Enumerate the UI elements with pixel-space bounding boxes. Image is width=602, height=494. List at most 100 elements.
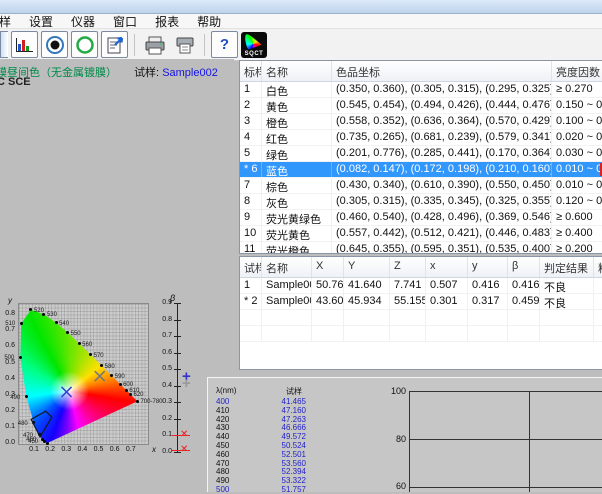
column-header[interactable]: X: [312, 257, 344, 277]
cell: [540, 310, 594, 325]
chart-ytick-100: 100: [384, 386, 406, 396]
spectral-row-450: 45050.524: [216, 441, 306, 450]
cell: 4: [240, 130, 262, 145]
cell: 11: [240, 242, 262, 254]
spectral-row-500: 50051.757: [216, 485, 306, 494]
x-tick: 0.5: [94, 446, 104, 453]
cell: 荧光黄色: [262, 226, 332, 241]
standard-row-白色[interactable]: 1白色(0.350, 0.360), (0.305, 0.315), (0.29…: [240, 82, 602, 98]
standard-row-橙色[interactable]: 3橙色(0.558, 0.352), (0.636, 0.364), (0.57…: [240, 114, 602, 130]
column-header[interactable]: 名称: [262, 257, 312, 277]
sample-row-Sample002[interactable]: * 2Sample00243.60245.93455.1550.3010.317…: [240, 294, 602, 310]
cell: [312, 310, 344, 325]
column-header[interactable]: 亮度因数: [552, 61, 602, 81]
cell: [262, 326, 312, 341]
column-header[interactable]: 色品坐标: [332, 61, 552, 81]
diagram-overlay: [18, 303, 147, 443]
menu-item-0[interactable]: 样: [0, 13, 20, 30]
menu-item-2[interactable]: 仪器: [62, 13, 104, 30]
cell: 3: [240, 114, 262, 129]
beta-scale-axis: [177, 303, 178, 452]
cell: 45.934: [344, 294, 390, 309]
cell: 绿色: [262, 146, 332, 161]
toolbar-separator: [204, 34, 205, 56]
y-tick: 0.8: [1, 310, 15, 317]
cell: 0.150 ~ 0.450: [552, 98, 602, 113]
calibration-button[interactable]: [71, 31, 98, 58]
cell: (0.305, 0.315), (0.335, 0.345), (0.325, …: [332, 194, 552, 209]
cell: 蓝色: [262, 162, 332, 177]
beta-tick: 0.7: [156, 332, 172, 339]
cell: [240, 326, 262, 341]
sqct-logo-label: SQCT: [241, 51, 267, 57]
current-sample-name[interactable]: Sample002: [162, 67, 218, 79]
beta-tick: 0.1: [156, 431, 172, 438]
column-header[interactable]: β: [508, 257, 540, 277]
y-tick: 0.1: [1, 423, 15, 430]
spectral-row-470: 47053.560: [216, 459, 306, 468]
standard-row-荧光黄绿色[interactable]: 9荧光黄绿色(0.460, 0.540), (0.428, 0.496), (0…: [240, 210, 602, 226]
y-tick: 0.7: [1, 326, 15, 333]
cell: 0.301: [426, 294, 468, 309]
toolbar: ? SQCT: [0, 28, 602, 61]
standard-row-红色[interactable]: 4红色(0.735, 0.265), (0.681, 0.239), (0.57…: [240, 130, 602, 146]
column-header[interactable]: Z: [390, 257, 426, 277]
partial-toolbar-button[interactable]: [0, 31, 8, 58]
column-header[interactable]: Y: [344, 257, 390, 277]
standard-row-棕色[interactable]: 7棕色(0.430, 0.340), (0.610, 0.390), (0.55…: [240, 178, 602, 194]
standard-row-蓝色[interactable]: * 6蓝色(0.082, 0.147), (0.172, 0.198), (0.…: [240, 162, 602, 178]
sqct-color-qc-app: { "menu": {"items": ["样", "设置", "仪器", "窗…: [0, 0, 602, 491]
cell: (0.557, 0.442), (0.512, 0.421), (0.446, …: [332, 226, 552, 241]
cell: 7: [240, 178, 262, 193]
menu-item-1[interactable]: 设置: [20, 13, 62, 30]
beta-tick: 0.5: [156, 365, 172, 372]
beta-tick: 0.0: [156, 448, 172, 455]
cell: 50.764: [312, 278, 344, 293]
cell: 荧光黄绿色: [262, 210, 332, 225]
column-header[interactable]: 试样: [240, 257, 262, 277]
standard-row-荧光橙色[interactable]: 11荧光橙色(0.645, 0.355), (0.595, 0.351), (0…: [240, 242, 602, 254]
sqct-logo[interactable]: SQCT: [241, 32, 267, 58]
cell: [426, 310, 468, 325]
column-header[interactable]: 名称: [262, 61, 332, 81]
y-tick: 0.5: [1, 359, 15, 366]
toolbar-separator: [134, 34, 135, 56]
gridline-80: [410, 439, 602, 440]
standard-row-黄色[interactable]: 2黄色(0.545, 0.454), (0.494, 0.426), (0.44…: [240, 98, 602, 114]
column-header[interactable]: 标样: [240, 61, 262, 81]
column-header[interactable]: 料: [594, 257, 602, 277]
menu-item-3[interactable]: 窗口: [104, 13, 146, 30]
standard-row-荧光黄色[interactable]: 10荧光黄色(0.557, 0.442), (0.512, 0.421), (0…: [240, 226, 602, 242]
print-button[interactable]: [141, 31, 168, 58]
y-tick: 0.0: [1, 439, 15, 446]
cell: [594, 310, 602, 325]
cell: [262, 310, 312, 325]
tolerance-polygon: [31, 411, 52, 437]
cell: 白色: [262, 82, 332, 97]
measure-target-button[interactable]: [41, 31, 68, 58]
report-export-button[interactable]: [101, 31, 128, 58]
sample-marker-1: [62, 387, 72, 397]
column-header[interactable]: 判定结果: [540, 257, 594, 277]
cell: (0.350, 0.360), (0.305, 0.315), (0.295, …: [332, 82, 552, 97]
cell: 1: [240, 82, 262, 97]
chart-ytick-60: 60: [384, 481, 406, 491]
menu-item-5[interactable]: 帮助: [188, 13, 230, 30]
cell: (0.082, 0.147), (0.172, 0.198), (0.210, …: [332, 162, 552, 177]
cell: 0.416: [508, 278, 540, 293]
standard-row-灰色[interactable]: 8灰色(0.305, 0.315), (0.335, 0.345), (0.32…: [240, 194, 602, 210]
menu-item-4[interactable]: 报表: [146, 13, 188, 30]
status-line: 膜昼间色（无金属镀膜） 试样: Sample002: [0, 64, 218, 80]
cell: 7.741: [390, 278, 426, 293]
help-button[interactable]: ?: [211, 31, 238, 58]
column-header[interactable]: y: [468, 257, 508, 277]
x-tick: 0.6: [110, 446, 120, 453]
standard-row-绿色[interactable]: 5绿色(0.201, 0.776), (0.285, 0.441), (0.17…: [240, 146, 602, 162]
gridline-vertical: [529, 392, 530, 492]
cie-horseshoe-icon: [245, 34, 263, 50]
sample-row-Sample001[interactable]: 1Sample00150.76441.6407.7410.5070.4160.4…: [240, 278, 602, 294]
column-header[interactable]: x: [426, 257, 468, 277]
print-preview-button[interactable]: [171, 31, 198, 58]
cell: (0.735, 0.265), (0.681, 0.239), (0.579, …: [332, 130, 552, 145]
chart-tool-button[interactable]: [11, 31, 38, 58]
